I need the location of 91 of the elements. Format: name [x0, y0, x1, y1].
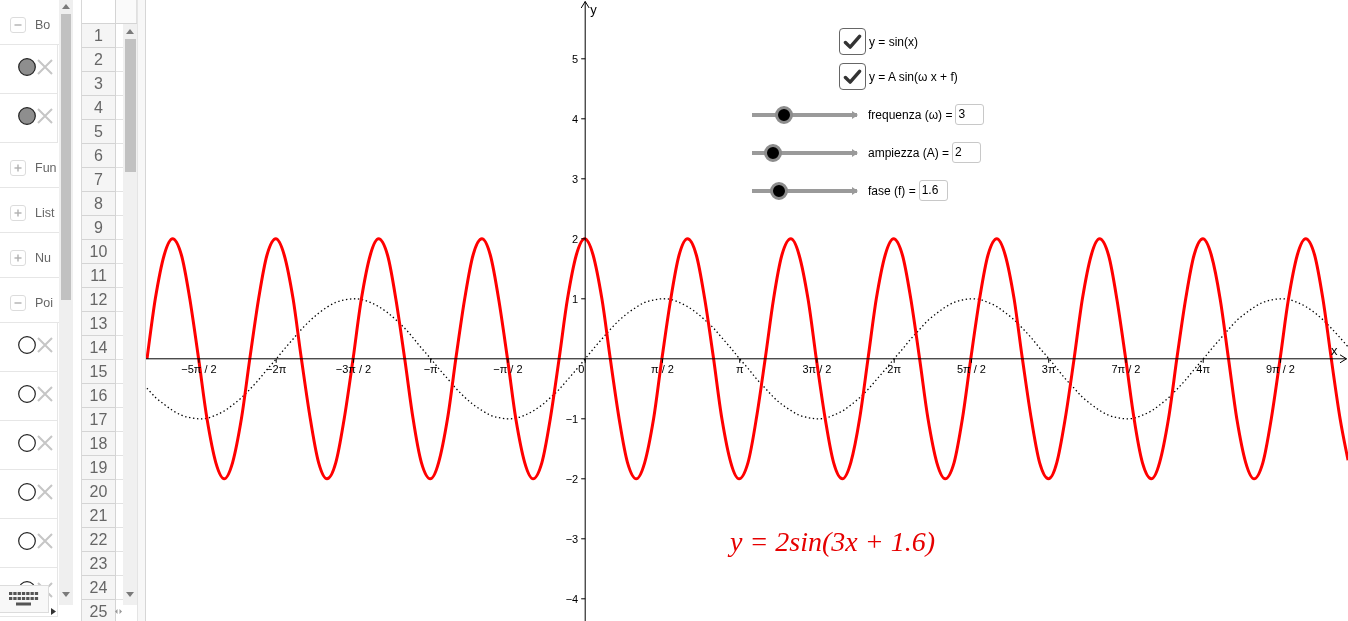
tick-label: 4π	[1196, 362, 1211, 375]
scrollbar[interactable]	[59, 0, 73, 605]
row-number[interactable]: 13	[82, 312, 116, 336]
tick-label: 3π	[1041, 362, 1056, 375]
tick-label: 1	[572, 292, 579, 305]
row-number[interactable]: 1	[82, 24, 116, 48]
checkmark-icon	[843, 68, 862, 85]
tick-label: −3	[565, 532, 579, 545]
scroll-arrows-icon[interactable]	[115, 609, 122, 614]
value-field[interactable]: 3	[955, 104, 985, 125]
tick-label: 2	[572, 232, 579, 245]
slider-label: ampiezza (A) =	[868, 145, 950, 160]
category-label[interactable]: Bo	[35, 18, 51, 32]
row-number[interactable]: 18	[82, 432, 116, 456]
scroll-up-icon[interactable]	[126, 29, 134, 34]
row-number[interactable]: 12	[82, 288, 116, 312]
circle-icon[interactable]	[18, 531, 36, 550]
slider-label: fase (f) =	[868, 183, 916, 198]
tick-label: −2	[565, 472, 579, 485]
scroll-up-icon[interactable]	[62, 4, 70, 9]
scrollbar[interactable]	[123, 24, 137, 605]
axis-label: x	[1331, 342, 1338, 358]
plus-icon[interactable]	[10, 160, 26, 176]
category-label[interactable]: Poi	[35, 296, 54, 310]
plus-icon[interactable]	[10, 250, 26, 266]
row-number[interactable]: 5	[82, 120, 116, 144]
value-field[interactable]: 1.6	[918, 180, 948, 201]
category-label[interactable]: Nu	[35, 251, 51, 265]
tick-label: π	[735, 362, 744, 375]
row-number[interactable]: 3	[82, 72, 116, 96]
tick-label: 3	[572, 172, 579, 185]
circle-icon[interactable]	[18, 482, 36, 501]
circle-icon[interactable]	[18, 57, 36, 76]
tick-label: 3π / 2	[802, 362, 832, 375]
row-number[interactable]: 21	[82, 504, 116, 528]
slider-thumb[interactable]	[770, 181, 789, 200]
row-number[interactable]: 17	[82, 408, 116, 432]
tick-label: 4	[572, 112, 579, 125]
slider-thumb[interactable]	[764, 143, 782, 162]
column-header[interactable]	[116, 0, 137, 23]
scroll-down-icon[interactable]	[62, 592, 70, 597]
row-number[interactable]: 8	[82, 192, 116, 216]
checkbox[interactable]	[839, 63, 866, 90]
tick-label: −4	[565, 592, 579, 605]
scrollbar-thumb[interactable]	[61, 14, 71, 300]
slider-thumb[interactable]	[774, 105, 793, 124]
row-number[interactable]: 24	[82, 576, 116, 600]
checkmark-icon	[843, 33, 862, 50]
axis-label: y	[590, 2, 597, 17]
tick-label: 2π	[887, 362, 902, 375]
row-number[interactable]: 2	[82, 48, 116, 72]
minus-icon[interactable]	[10, 17, 26, 33]
row-number[interactable]: 6	[82, 144, 116, 168]
scroll-right-icon[interactable]	[51, 608, 56, 615]
row-number[interactable]: 4	[82, 96, 116, 120]
row-number[interactable]: 20	[82, 480, 116, 504]
keyboard-button[interactable]	[0, 585, 49, 613]
row-number[interactable]: 22	[82, 528, 116, 552]
circle-icon[interactable]	[18, 384, 36, 403]
circle-icon[interactable]	[18, 335, 36, 354]
keyboard-icon	[9, 592, 39, 606]
category-label[interactable]: List	[35, 206, 55, 220]
tick-label: 0	[578, 362, 585, 375]
scroll-down-icon[interactable]	[126, 592, 134, 597]
checkbox[interactable]	[839, 28, 866, 55]
row-number[interactable]: 16	[82, 384, 116, 408]
checkbox-label: y = A sin(ω x + f)	[869, 69, 958, 84]
category-label[interactable]: Fun	[35, 161, 57, 175]
row-number[interactable]: 9	[82, 216, 116, 240]
tick-label: −π / 2	[493, 362, 523, 375]
row-number[interactable]: 23	[82, 552, 116, 576]
row-number[interactable]: 15	[82, 360, 116, 384]
circle-icon[interactable]	[18, 433, 36, 452]
tick-label: −2π	[266, 362, 287, 375]
slider-label: frequenza (ω) =	[868, 107, 953, 122]
value-field[interactable]: 2	[952, 142, 982, 163]
row-number[interactable]: 14	[82, 336, 116, 360]
plus-icon[interactable]	[10, 205, 26, 221]
row-number[interactable]: 19	[82, 456, 116, 480]
circle-icon[interactable]	[18, 106, 36, 125]
tick-label: −1	[565, 412, 579, 425]
checkbox-label: y = sin(x)	[869, 34, 918, 49]
row-number[interactable]: 11	[82, 264, 116, 288]
tick-label: 5	[572, 52, 579, 65]
tick-label: 7π / 2	[1111, 362, 1141, 375]
tick-label: −π	[423, 362, 438, 375]
minus-icon[interactable]	[10, 295, 26, 311]
tick-label: π / 2	[651, 362, 674, 375]
scrollbar-thumb[interactable]	[124, 39, 136, 172]
row-number[interactable]: 7	[82, 168, 116, 192]
row-number[interactable]: 10	[82, 240, 116, 264]
